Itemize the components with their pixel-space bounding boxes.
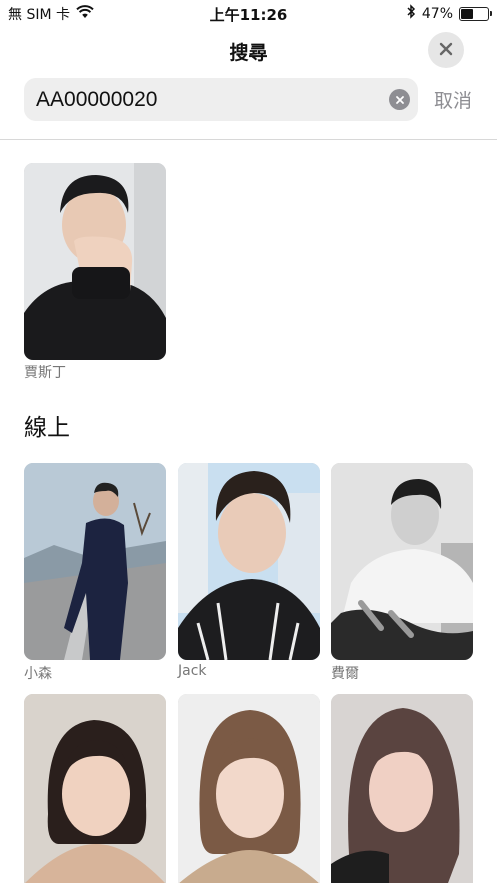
status-right: 47% — [406, 4, 492, 23]
cancel-button[interactable]: 取消 — [434, 86, 472, 113]
online-user-card[interactable] — [24, 694, 166, 883]
user-photo — [24, 694, 166, 883]
user-photo — [331, 694, 473, 883]
online-user-card[interactable] — [178, 463, 320, 660]
online-user-card[interactable] — [178, 694, 320, 883]
online-user-name: 費爾 — [331, 666, 359, 682]
result-photo — [24, 163, 166, 360]
clear-icon — [395, 90, 405, 109]
online-user-card[interactable] — [331, 694, 473, 883]
battery-percent: 47% — [421, 5, 453, 22]
search-input[interactable] — [24, 78, 418, 121]
online-user-card[interactable] — [331, 463, 473, 660]
online-user-name: Jack — [178, 663, 207, 679]
battery-icon — [459, 6, 492, 21]
user-photo — [331, 463, 473, 660]
page-title: 搜尋 — [229, 42, 268, 64]
search-box — [24, 78, 418, 121]
bluetooth-icon — [406, 4, 416, 23]
user-photo — [24, 463, 166, 660]
divider — [0, 139, 497, 140]
user-photo — [178, 694, 320, 883]
status-bar: 無 SIM 卡 上午11:26 47% — [0, 0, 497, 26]
online-section-title: 線上 — [24, 415, 70, 441]
user-photo — [178, 463, 320, 660]
close-icon — [439, 41, 453, 60]
online-user-card[interactable] — [24, 463, 166, 660]
battery-level — [461, 8, 473, 19]
close-button[interactable] — [428, 32, 464, 68]
clear-button[interactable] — [389, 89, 410, 110]
result-card[interactable] — [24, 163, 166, 360]
result-name: 賈斯丁 — [24, 365, 66, 381]
online-user-name: 小森 — [24, 666, 52, 682]
